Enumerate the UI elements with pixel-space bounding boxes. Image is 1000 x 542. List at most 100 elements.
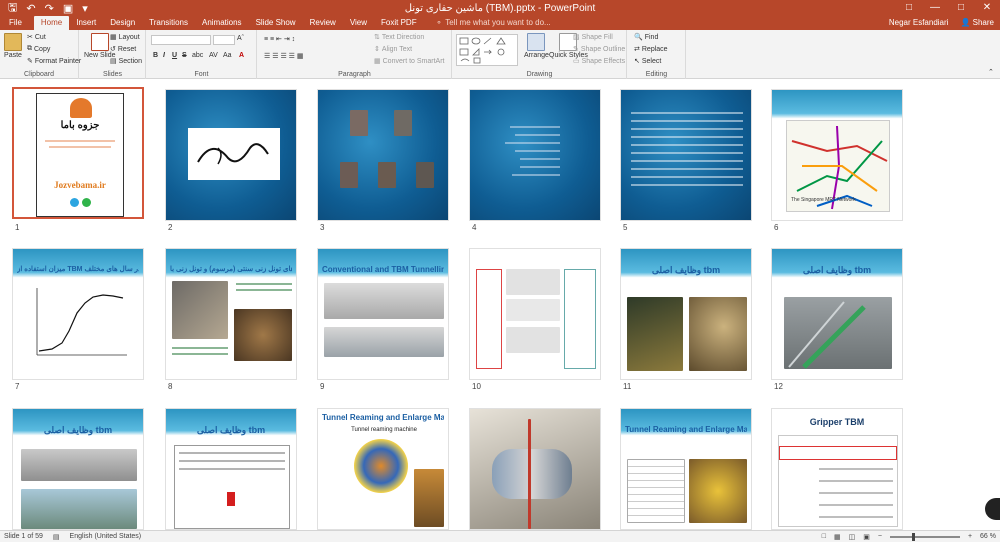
close-icon[interactable]: ✕ (974, 0, 1000, 16)
shape-fill-button[interactable]: ▨ Shape Fill (573, 33, 613, 42)
slide-thumb-3[interactable] (317, 89, 449, 221)
shape-effects-button[interactable]: ▭ Shape Effects (573, 57, 625, 66)
copy-button[interactable]: ⧉ Copy (27, 45, 50, 53)
side-floating-button[interactable] (985, 498, 1000, 520)
find-button[interactable]: 🔍 Find (634, 33, 658, 42)
shadow-button[interactable]: abc (192, 52, 203, 59)
tab-review[interactable]: Review (303, 16, 343, 30)
slide-thumb-17[interactable]: Tunnel Reaming and Enlarge Machines (620, 408, 752, 530)
zoom-level[interactable]: 66 % (980, 533, 996, 540)
zoom-in-icon[interactable]: + (968, 533, 972, 540)
brush-icon: ✎ (27, 58, 33, 65)
slide-thumb-2[interactable] (165, 89, 297, 221)
proofing-icon[interactable]: ▤ (53, 533, 60, 541)
slide-sorter-icon[interactable]: ▦ (834, 533, 841, 541)
change-case-button[interactable]: Aa (223, 52, 232, 59)
zoom-out-icon[interactable]: − (878, 533, 882, 540)
bullets-icon[interactable]: ≡ ≡ ⇤ ⇥ ↕ (264, 35, 295, 43)
present-icon[interactable]: ▣ (63, 2, 73, 15)
slide-thumb-7[interactable]: میزان استفاده از TBM در سال های مختلف (12, 248, 144, 380)
replace-button[interactable]: ⇄ Replace (634, 45, 668, 54)
redo-icon[interactable]: ↷ (45, 2, 54, 15)
bold-button[interactable]: B (153, 52, 158, 59)
minimize-icon[interactable]: — (922, 0, 948, 16)
zoom-slider-knob[interactable] (911, 532, 915, 541)
slide-thumb-13[interactable]: وظایف اصلی tbm (12, 408, 144, 530)
strikethrough-button[interactable]: S (182, 52, 187, 59)
mrt-map: The Singapore MRT Network (786, 120, 890, 212)
smartart-button[interactable]: ▦ Convert to SmartArt (374, 57, 444, 66)
slide-thumb-11[interactable]: وظایف اصلی tbm (620, 248, 752, 380)
tab-home[interactable]: Home (33, 16, 70, 30)
font-name-box[interactable] (151, 35, 211, 45)
language-indicator[interactable]: English (United States) (70, 533, 142, 540)
customize-qat-icon[interactable]: ▾ (82, 2, 88, 15)
undo-icon[interactable]: ↶ (26, 2, 35, 15)
italic-button[interactable]: I (163, 52, 165, 59)
reading-view-icon[interactable]: ◫ (849, 533, 856, 541)
font-size-box[interactable] (213, 35, 235, 45)
layout-icon: ▦ (110, 34, 117, 41)
paste-button[interactable]: Paste (4, 33, 22, 59)
slide-thumb-18[interactable]: Gripper TBM (771, 408, 903, 530)
slide-15-subtitle: Tunnel reaming machine (351, 427, 417, 433)
share-button[interactable]: 👤 Share (960, 16, 994, 30)
tunnel-photo (627, 297, 683, 371)
text-line (515, 150, 560, 152)
tab-view[interactable]: View (343, 16, 374, 30)
save-icon[interactable]: 🖫 (8, 0, 17, 18)
slide-number: 12 (774, 382, 783, 391)
underline-button[interactable]: U (172, 52, 177, 59)
collapse-ribbon-icon[interactable]: ⌃ (988, 68, 994, 76)
slide-thumb-14[interactable]: وظایف اصلی tbm (165, 408, 297, 530)
slide-thumb-5[interactable] (620, 89, 752, 221)
select-button[interactable]: ↖ Select (634, 57, 661, 66)
slide-8-title: روش های تونل زنی سنتی (مرسوم) و تونل زنی… (170, 266, 292, 273)
grow-font-icon[interactable]: Aˆ (237, 35, 244, 42)
tab-foxit-pdf[interactable]: Foxit PDF (374, 16, 424, 30)
slide-thumb-10[interactable] (469, 248, 601, 380)
shapes-gallery[interactable] (456, 34, 518, 66)
slide-thumb-8[interactable]: روش های تونل زنی سنتی (مرسوم) و تونل زنی… (165, 248, 297, 380)
tab-animations[interactable]: Animations (195, 16, 249, 30)
ribbon-options-icon[interactable]: □ (896, 0, 922, 16)
reset-button[interactable]: ↺ Reset (110, 45, 137, 54)
comparison-table (778, 435, 898, 527)
slide-thumb-16[interactable] (469, 408, 601, 530)
font-color-button[interactable]: A (239, 52, 244, 59)
cut-button[interactable]: ✂ Cut (27, 33, 46, 42)
slide-thumb-12[interactable]: وظایف اصلی tbm (771, 248, 903, 380)
tab-design[interactable]: Design (103, 16, 142, 30)
paint-bucket-icon: ▨ (573, 34, 580, 41)
shape-outline-button[interactable]: ✎ Shape Outline (573, 45, 625, 54)
tab-insert[interactable]: Insert (69, 16, 103, 30)
slide-thumb-9[interactable]: Conventional and TBM Tunnelling (317, 248, 449, 380)
tab-file[interactable]: File (0, 16, 34, 30)
layout-button[interactable]: ▦ Layout (110, 33, 140, 42)
char-spacing-button[interactable]: AV (209, 52, 218, 59)
align-text-button[interactable]: ⇕ Align Text (374, 45, 412, 54)
arrange-button[interactable]: Arrange (524, 33, 549, 59)
slide-thumb-15[interactable]: Tunnel Reaming and Enlarge Machines Tunn… (317, 408, 449, 530)
tell-me-box[interactable]: ⚬ Tell me what you want to do... (424, 16, 551, 30)
format-painter-button[interactable]: ✎ Format Painter (27, 57, 81, 66)
section-button[interactable]: ▤ Section (110, 57, 142, 66)
text-direction-button[interactable]: ⇅ Text Direction (374, 33, 424, 42)
slide-thumb-6[interactable]: The Singapore MRT Network (771, 89, 903, 221)
maximize-icon[interactable]: □ (948, 0, 974, 16)
slide-1-site: Jozvebama.ir (54, 180, 106, 190)
slideshow-icon[interactable]: ▣ (863, 533, 870, 541)
normal-view-icon[interactable]: □ (822, 533, 826, 540)
tab-slide-show[interactable]: Slide Show (249, 16, 303, 30)
schematic-drawing (627, 459, 685, 523)
tab-transitions[interactable]: Transitions (142, 16, 195, 30)
align-icons[interactable]: ☰ ☰ ☰ ☰ ▦ (264, 52, 304, 60)
text-line (631, 152, 743, 154)
text-line (631, 176, 743, 178)
zoom-slider[interactable] (889, 532, 960, 541)
slide-thumb-4[interactable] (469, 89, 601, 221)
slide-thumb-1[interactable]: جزوه باما Jozvebama.ir (12, 87, 144, 219)
user-name[interactable]: Negar Esfandiari (889, 16, 949, 30)
tunnel-photo (234, 309, 292, 361)
reset-label: Reset (117, 45, 137, 53)
